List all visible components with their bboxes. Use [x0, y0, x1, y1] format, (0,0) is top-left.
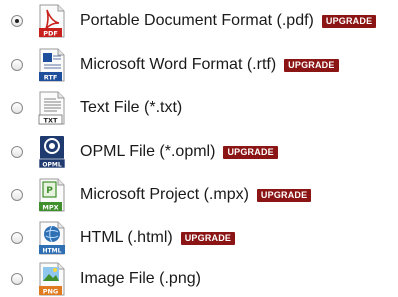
radio-mpx[interactable]	[11, 189, 23, 201]
format-option-html[interactable]: HTML HTML (.html) UPGRADE	[0, 220, 398, 256]
upgrade-badge[interactable]: UPGRADE	[223, 145, 278, 159]
upgrade-badge[interactable]: UPGRADE	[180, 231, 236, 245]
format-name: OPML File (*.opml)	[80, 143, 216, 160]
format-label-mpx: Microsoft Project (.mpx) UPGRADE	[80, 185, 312, 205]
format-name: Portable Document Format (.pdf)	[80, 12, 314, 29]
format-option-txt[interactable]: TXT Text File (*.txt)	[0, 90, 398, 126]
format-name: Microsoft Project (.mpx)	[80, 186, 249, 203]
radio-rtf[interactable]	[11, 59, 23, 71]
radio-txt[interactable]	[11, 102, 23, 114]
radio-png[interactable]	[11, 273, 23, 285]
format-option-opml[interactable]: OPML OPML File (*.opml) UPGRADE	[0, 134, 398, 170]
png-icon-text: PNG	[43, 287, 59, 295]
upgrade-badge[interactable]: UPGRADE	[321, 14, 377, 28]
format-label-txt: Text File (*.txt)	[80, 98, 182, 118]
png-file-icon: PNG	[39, 262, 65, 296]
rtf-icon-text: RTF	[44, 73, 58, 81]
format-name: Image File (.png)	[80, 270, 201, 287]
txt-file-icon: TXT	[38, 91, 65, 125]
mpx-file-icon: P MPX	[39, 178, 65, 212]
radio-pdf[interactable]	[11, 15, 23, 27]
format-option-png[interactable]: PNG Image File (.png)	[0, 261, 398, 297]
format-name: Microsoft Word Format (.rtf)	[80, 56, 277, 73]
format-option-mpx[interactable]: P MPX Microsoft Project (.mpx) UPGRADE	[0, 177, 398, 213]
rtf-file-icon: RTF	[39, 48, 65, 82]
format-name: HTML (.html)	[80, 229, 173, 246]
radio-opml[interactable]	[11, 146, 23, 158]
html-icon-text: HTML	[43, 247, 62, 254]
format-name: Text File (*.txt)	[80, 99, 183, 116]
format-option-pdf[interactable]: PDF Portable Document Format (.pdf) UPGR…	[0, 3, 398, 39]
mpx-icon-text: MPX	[42, 203, 58, 211]
format-label-html: HTML (.html) UPGRADE	[80, 228, 236, 248]
html-file-icon: HTML	[39, 221, 65, 255]
svg-text:P: P	[46, 186, 53, 196]
pdf-icon-text: PDF	[43, 29, 58, 37]
txt-icon-text: TXT	[44, 116, 58, 124]
upgrade-badge[interactable]: UPGRADE	[284, 58, 339, 72]
format-option-rtf[interactable]: RTF Microsoft Word Format (.rtf) UPGRADE	[0, 47, 398, 83]
export-format-list: PDF Portable Document Format (.pdf) UPGR…	[0, 0, 398, 297]
format-label-png: Image File (.png)	[80, 269, 201, 289]
format-label-opml: OPML File (*.opml) UPGRADE	[80, 142, 278, 162]
radio-html[interactable]	[11, 232, 23, 244]
opml-icon-text: OPML	[42, 161, 61, 168]
pdf-file-icon: PDF	[39, 4, 65, 38]
upgrade-badge[interactable]: UPGRADE	[256, 188, 312, 202]
format-label-rtf: Microsoft Word Format (.rtf) UPGRADE	[80, 55, 339, 75]
opml-file-icon: OPML	[38, 136, 66, 168]
format-label-pdf: Portable Document Format (.pdf) UPGRADE	[80, 11, 377, 31]
